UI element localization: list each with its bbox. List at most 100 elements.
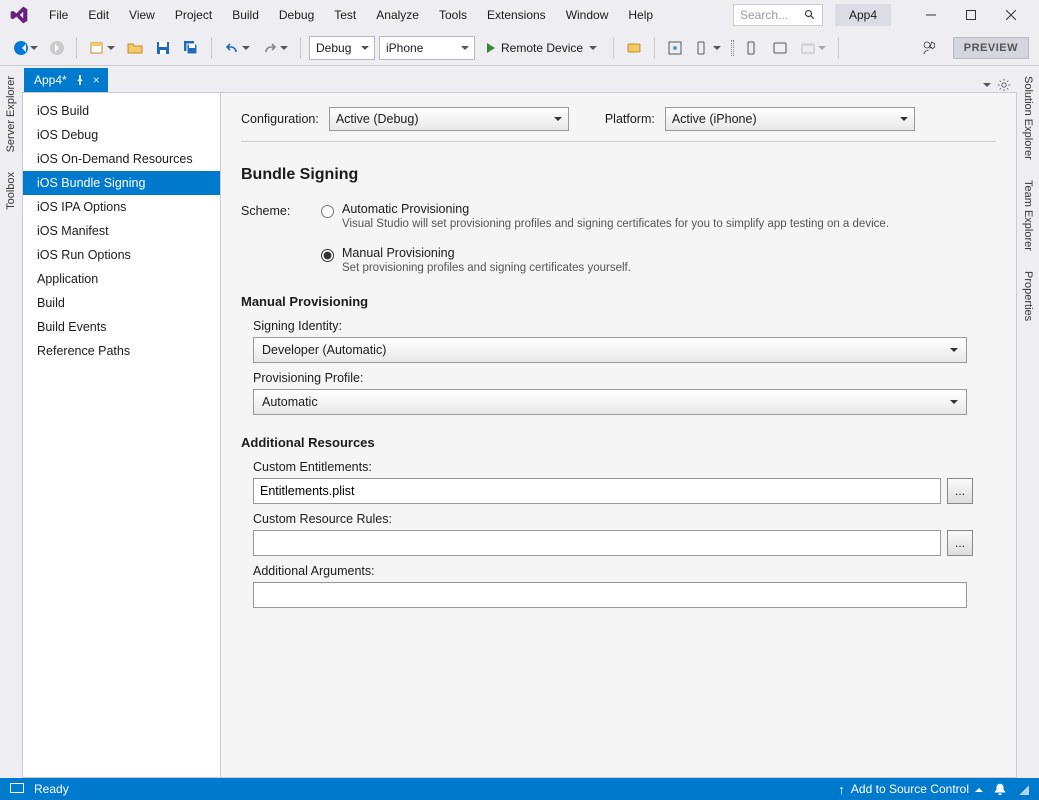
nav-back-button[interactable] (10, 38, 42, 58)
custom-resource-rules-browse-button[interactable]: ... (947, 530, 973, 556)
custom-resource-rules-label: Custom Resource Rules: (253, 512, 996, 526)
radio-automatic-title: Automatic Provisioning (342, 202, 889, 216)
right-dock: Solution Explorer Team Explorer Properti… (1017, 66, 1039, 778)
properties-sidebar: iOS Build iOS Debug iOS On-Demand Resour… (23, 93, 221, 777)
new-project-button[interactable] (85, 37, 119, 59)
pin-icon[interactable] (75, 75, 85, 85)
scheme-label: Scheme: (241, 202, 293, 274)
signing-identity-combo[interactable]: Developer (Automatic) (253, 337, 967, 363)
open-button[interactable] (123, 37, 147, 59)
left-dock: Server Explorer Toolbox (0, 66, 22, 778)
signing-identity-label: Signing Identity: (253, 319, 996, 333)
sidebar-item-ios-bundle-signing[interactable]: iOS Bundle Signing (23, 171, 220, 195)
tab-settings-icon[interactable] (997, 78, 1011, 92)
sidebar-item-ios-manifest[interactable]: iOS Manifest (23, 219, 220, 243)
start-debug-button[interactable]: Remote Device (479, 36, 605, 60)
save-button[interactable] (151, 37, 175, 59)
solution-platform-combo[interactable]: iPhone (379, 36, 475, 60)
menu-test[interactable]: Test (325, 4, 365, 26)
custom-entitlements-browse-button[interactable]: ... (947, 478, 973, 504)
provisioning-profile-label: Provisioning Profile: (253, 371, 996, 385)
minimize-button[interactable] (911, 3, 951, 27)
undo-button[interactable] (220, 37, 254, 59)
sidebar-item-build[interactable]: Build (23, 291, 220, 315)
window-controls (911, 3, 1031, 27)
redo-button[interactable] (258, 37, 292, 59)
config-platform-row: Configuration: Active (Debug) Platform: … (241, 107, 996, 142)
run-target-label: Remote Device (501, 41, 583, 55)
menu-tools[interactable]: Tools (430, 4, 476, 26)
radio-manual-provisioning[interactable]: Manual Provisioning Set provisioning pro… (321, 246, 889, 274)
show-ios-button[interactable] (691, 37, 725, 59)
menu-project[interactable]: Project (166, 4, 221, 26)
status-ready: Ready (34, 782, 69, 796)
notifications-icon[interactable] (993, 782, 1007, 796)
menu-edit[interactable]: Edit (79, 4, 118, 26)
feedback-button[interactable] (917, 36, 943, 60)
project-properties-editor: iOS Build iOS Debug iOS On-Demand Resour… (22, 92, 1017, 778)
menu-analyze[interactable]: Analyze (367, 4, 428, 26)
close-button[interactable] (991, 3, 1031, 27)
tab-close-icon[interactable]: × (93, 73, 100, 87)
nav-forward-button[interactable] (46, 38, 68, 58)
sidebar-item-build-events[interactable]: Build Events (23, 315, 220, 339)
sidebar-item-ios-ondemand[interactable]: iOS On-Demand Resources (23, 147, 220, 171)
dock-server-explorer[interactable]: Server Explorer (3, 72, 19, 156)
configuration-label: Configuration: (241, 112, 319, 126)
dock-team-explorer[interactable]: Team Explorer (1020, 176, 1036, 255)
platform-label: Platform: (605, 112, 655, 126)
sidebar-item-reference-paths[interactable]: Reference Paths (23, 339, 220, 363)
status-output-icon (10, 783, 24, 795)
menu-build[interactable]: Build (223, 4, 268, 26)
dock-properties[interactable]: Properties (1020, 267, 1036, 325)
sidebar-item-ios-run[interactable]: iOS Run Options (23, 243, 220, 267)
sidebar-item-ios-ipa[interactable]: iOS IPA Options (23, 195, 220, 219)
sidebar-item-ios-build[interactable]: iOS Build (23, 99, 220, 123)
solution-config-combo[interactable]: Debug (309, 36, 375, 60)
solution-name[interactable]: App4 (835, 4, 891, 26)
configuration-combo[interactable]: Active (Debug) (329, 107, 569, 131)
dock-toolbox[interactable]: Toolbox (3, 168, 19, 214)
preview-button[interactable]: PREVIEW (953, 37, 1029, 59)
provisioning-profile-combo[interactable]: Automatic (253, 389, 967, 415)
menu-window[interactable]: Window (557, 4, 618, 26)
archive-button[interactable] (796, 37, 830, 59)
resize-grip-icon[interactable] (1017, 783, 1029, 795)
radio-manual-input[interactable] (321, 249, 334, 262)
additional-resources-heading: Additional Resources (241, 435, 996, 450)
custom-entitlements-input[interactable] (253, 478, 941, 504)
layout-phone-button[interactable] (740, 37, 764, 59)
layout-tablet-button[interactable] (768, 37, 792, 59)
radio-automatic-provisioning[interactable]: Automatic Provisioning Visual Studio wil… (321, 202, 889, 230)
menu-file[interactable]: File (40, 4, 77, 26)
tab-overflow-icon[interactable] (983, 83, 991, 91)
custom-resource-rules-input[interactable] (253, 530, 941, 556)
pair-mac-button[interactable] (622, 37, 646, 59)
tab-title: App4* (34, 73, 67, 87)
add-source-control-button[interactable]: ↑ Add to Source Control (838, 782, 983, 797)
menu-debug[interactable]: Debug (270, 4, 323, 26)
dock-solution-explorer[interactable]: Solution Explorer (1020, 72, 1036, 164)
maximize-button[interactable] (951, 3, 991, 27)
platform-combo[interactable]: Active (iPhone) (665, 107, 915, 131)
sidebar-item-application[interactable]: Application (23, 267, 220, 291)
tab-app4[interactable]: App4* × (24, 68, 108, 92)
menu-view[interactable]: View (120, 4, 164, 26)
menu-extensions[interactable]: Extensions (478, 4, 555, 26)
device-log-button[interactable] (663, 37, 687, 59)
menu-help[interactable]: Help (619, 4, 662, 26)
additional-arguments-label: Additional Arguments: (253, 564, 996, 578)
standard-toolbar: Debug iPhone Remote Device PREVIEW (0, 30, 1039, 66)
scheme-row: Scheme: Automatic Provisioning Visual St… (241, 202, 996, 274)
properties-content: Configuration: Active (Debug) Platform: … (221, 93, 1016, 777)
sidebar-item-ios-debug[interactable]: iOS Debug (23, 123, 220, 147)
add-source-control-label: Add to Source Control (851, 782, 969, 796)
document-tabs: App4* × (22, 66, 1017, 92)
radio-automatic-input[interactable] (321, 205, 334, 218)
quick-search[interactable]: Search... (733, 4, 823, 26)
radio-manual-desc: Set provisioning profiles and signing ce… (342, 262, 631, 274)
save-all-button[interactable] (179, 37, 203, 59)
additional-arguments-input[interactable] (253, 582, 967, 608)
toolbar-divider-icon (731, 40, 734, 56)
radio-manual-title: Manual Provisioning (342, 246, 631, 260)
